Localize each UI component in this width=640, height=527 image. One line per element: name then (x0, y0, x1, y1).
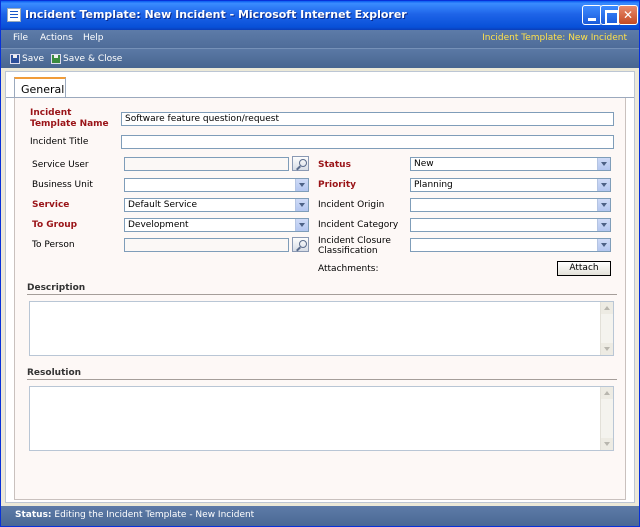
general-panel: Incident Template Name Software feature … (14, 98, 626, 500)
incident-category-label: Incident Category (318, 220, 399, 230)
resolution-scrollbar[interactable] (600, 387, 613, 450)
save-label: Save (22, 54, 45, 64)
context-title: Incident Template: New Incident (482, 33, 627, 43)
chevron-down-icon[interactable] (597, 199, 610, 211)
minimize-button[interactable] (582, 5, 602, 25)
closure-label-line1: Incident Closure (318, 236, 391, 246)
scroll-down-icon[interactable] (601, 438, 613, 450)
chevron-down-icon[interactable] (295, 199, 308, 211)
form-client-area: General Incident Template Name Software … (5, 71, 635, 503)
chevron-down-icon[interactable] (597, 158, 610, 170)
to-person-label: To Person (32, 240, 75, 250)
save-button[interactable]: Save (10, 52, 44, 66)
incident-title-field[interactable] (121, 135, 614, 149)
incident-origin-select[interactable] (410, 198, 611, 212)
chevron-down-icon[interactable] (597, 219, 610, 231)
attachments-label: Attachments: (318, 264, 379, 274)
description-heading: Description (27, 283, 86, 293)
menu-help[interactable]: Help (83, 33, 104, 43)
scroll-up-icon[interactable] (601, 302, 613, 314)
window-title: Incident Template: New Incident - Micros… (25, 8, 407, 21)
business-unit-label: Business Unit (32, 180, 93, 190)
priority-value: Planning (414, 180, 453, 190)
closure-classification-select[interactable] (410, 238, 611, 252)
priority-select[interactable]: Planning (410, 178, 611, 192)
chevron-down-icon[interactable] (295, 179, 308, 191)
attach-button[interactable]: Attach (557, 261, 611, 276)
service-label: Service (32, 200, 70, 210)
save-close-icon (51, 54, 61, 64)
tab-strip: General (6, 72, 634, 98)
template-name-label-line1: Incident (30, 108, 72, 118)
incident-origin-label: Incident Origin (318, 200, 385, 210)
business-unit-select[interactable] (124, 178, 309, 192)
scroll-up-icon[interactable] (601, 387, 613, 399)
maximize-button[interactable] (600, 5, 620, 25)
chevron-down-icon[interactable] (597, 179, 610, 191)
to-person-lookup-icon[interactable] (292, 237, 309, 252)
toolbar: Save Save & Close (1, 48, 639, 68)
to-group-label: To Group (32, 220, 78, 230)
resolution-divider (27, 379, 617, 380)
resolution-heading: Resolution (27, 368, 82, 378)
chevron-down-icon[interactable] (597, 239, 610, 251)
description-divider (27, 294, 617, 295)
title-bar: Incident Template: New Incident - Micros… (1, 1, 639, 30)
tab-general[interactable]: General (14, 77, 66, 98)
service-user-label: Service User (32, 160, 89, 170)
description-textarea[interactable] (29, 301, 614, 356)
scroll-down-icon[interactable] (601, 343, 613, 355)
menu-actions[interactable]: Actions (40, 33, 73, 43)
close-button[interactable]: ✕ (618, 5, 638, 25)
save-close-button[interactable]: Save & Close (51, 52, 122, 66)
status-select[interactable]: New (410, 157, 611, 171)
service-value: Default Service (128, 200, 198, 210)
resolution-textarea[interactable] (29, 386, 614, 451)
status-bar: Status: Editing the Incident Template - … (1, 506, 639, 526)
chevron-down-icon[interactable] (295, 219, 308, 231)
service-select[interactable]: Default Service (124, 198, 309, 212)
service-user-lookup-icon[interactable] (292, 156, 309, 171)
status-value: New (414, 159, 434, 169)
status-text: Editing the Incident Template - New Inci… (54, 510, 255, 520)
status-label: Status: (15, 510, 52, 520)
to-group-value: Development (128, 220, 189, 230)
incident-category-select[interactable] (410, 218, 611, 232)
template-name-field[interactable]: Software feature question/request (121, 112, 614, 126)
to-person-field[interactable] (124, 238, 289, 252)
service-user-field[interactable] (124, 157, 289, 171)
to-group-select[interactable]: Development (124, 218, 309, 232)
menu-file[interactable]: File (13, 33, 28, 43)
incident-title-label: Incident Title (30, 137, 89, 147)
template-name-label-line2: Template Name (30, 119, 109, 129)
save-icon (10, 54, 20, 64)
save-close-label: Save & Close (63, 54, 123, 64)
closure-label-line2: Classification (318, 246, 378, 256)
priority-label: Priority (318, 180, 356, 190)
ie-page-icon (7, 8, 21, 22)
menu-bar: File Actions Help Incident Template: New… (1, 30, 639, 48)
description-scrollbar[interactable] (600, 302, 613, 355)
browser-window: Incident Template: New Incident - Micros… (0, 0, 640, 527)
status-label: Status (318, 160, 351, 170)
